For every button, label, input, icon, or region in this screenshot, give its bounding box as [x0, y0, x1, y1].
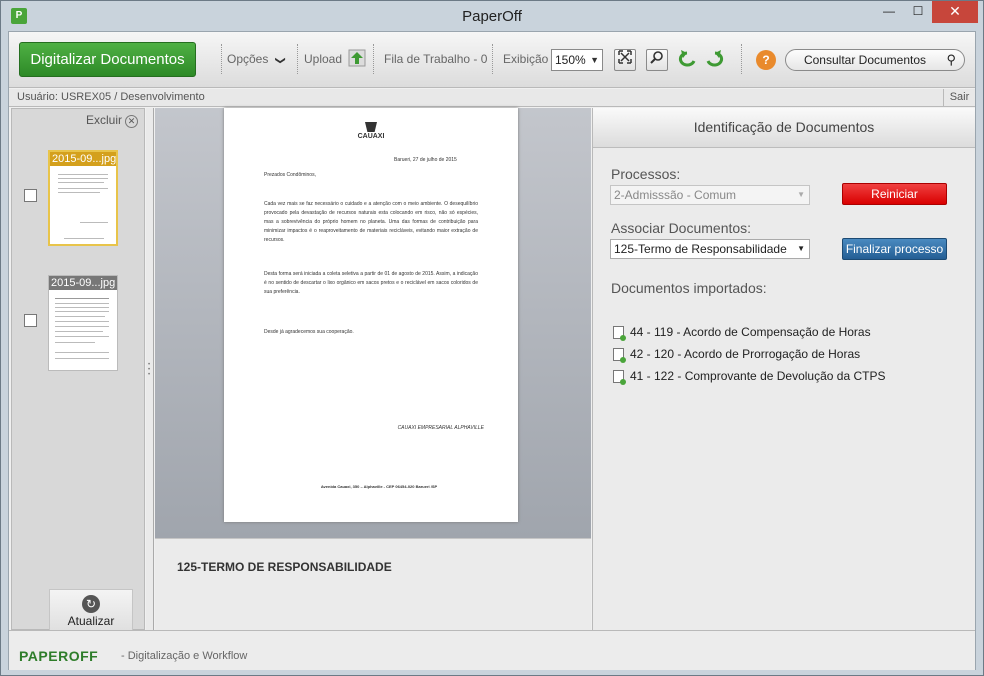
options-menu[interactable]: Opções ❯ [227, 52, 287, 66]
identification-panel: Identificação de Documentos Processos: 2… [592, 108, 975, 630]
toolbar-separator [741, 44, 742, 74]
fit-screen-icon [618, 50, 632, 64]
rotate-left-icon [678, 50, 696, 67]
user-bar: Usuário: USREX05 / Desenvolvimento Sair [9, 89, 975, 107]
processes-select[interactable]: 2-Admisssão - Comum ▼ [610, 185, 810, 205]
panel-splitter[interactable]: • • • [146, 108, 154, 630]
document-viewer[interactable]: CAUAXI Barueri, 27 de julho de 2015 Prez… [155, 108, 591, 538]
window-title: PaperOff [462, 8, 522, 25]
thumbnail-label: 2015-09...jpg [49, 276, 117, 290]
brand-subtitle: - Digitalização e Workflow [121, 650, 248, 662]
upload-label[interactable]: Upload [304, 52, 342, 66]
toolbar-separator [373, 44, 374, 74]
app-window: P PaperOff — ☐ ✕ Digitalizar Documentos … [0, 0, 984, 676]
close-circle-icon: ✕ [125, 115, 138, 128]
client-area: Digitalizar Documentos Opções ❯ Upload Fi… [8, 31, 976, 670]
associate-docs-select[interactable]: 125-Termo de Responsabilidade ▼ [610, 239, 810, 259]
scan-documents-button[interactable]: Digitalizar Documentos [19, 42, 196, 77]
document-name: 125-TERMO DE RESPONSABILIDADE [177, 560, 392, 574]
magnifier-icon [650, 51, 663, 64]
brand-logo: PAPEROFF [19, 648, 99, 664]
search-documents-label: Consultar Documentos [803, 53, 927, 67]
refresh-icon: ↻ [82, 595, 100, 613]
chevron-down-icon: ❯ [275, 56, 287, 65]
rotate-right-button[interactable] [704, 49, 726, 71]
zoom-button[interactable] [646, 49, 668, 71]
dropdown-arrow-icon: ▼ [797, 190, 805, 199]
title-bar: P PaperOff — ☐ ✕ [1, 1, 983, 31]
options-label: Opções [227, 52, 269, 66]
thumbnail-label: 2015-09...jpg [50, 152, 116, 166]
refresh-label: Atualizar [67, 614, 115, 628]
restart-button[interactable]: Reiniciar [842, 183, 947, 205]
thumbnail-item[interactable]: 2015-09...jpg [48, 275, 118, 371]
associate-docs-value: 125-Termo de Responsabilidade [614, 242, 787, 256]
processes-value: 2-Admisssão - Comum [614, 188, 737, 202]
upload-arrow-icon [348, 49, 366, 67]
zoom-select[interactable]: 150% ▼ [551, 49, 603, 71]
search-icon: ⚲ [946, 52, 956, 67]
doc-greeting: Prezados Condôminos, [264, 172, 316, 178]
zoom-value: 150% [555, 53, 586, 67]
associate-docs-label: Associar Documentos: [611, 220, 752, 236]
grip-dots-icon: • • • [148, 362, 151, 378]
processes-label: Processos: [611, 166, 681, 182]
thumbnail-checkbox[interactable] [24, 189, 37, 202]
finish-process-button[interactable]: Finalizar processo [842, 238, 947, 260]
search-documents-button[interactable]: Consultar Documentos ⚲ [785, 49, 965, 71]
rotate-right-icon [706, 50, 724, 67]
help-icon[interactable]: ? [756, 50, 776, 70]
thumbnail-checkbox[interactable] [24, 314, 37, 327]
document-name-area: 125-TERMO DE RESPONSABILIDADE [155, 538, 591, 630]
fit-to-screen-button[interactable] [614, 49, 636, 71]
toolbar-separator [221, 44, 222, 74]
doc-closing: Desde já agradecemos sua cooperação. [264, 329, 354, 335]
status-bar: PAPEROFF - Digitalização e Workflow [9, 630, 975, 670]
toolbar: Digitalizar Documentos Opções ❯ Upload Fi… [9, 32, 975, 88]
company-logo-icon [365, 122, 377, 132]
toolbar-separator [297, 44, 298, 74]
dropdown-arrow-icon: ▼ [590, 55, 599, 65]
doc-paragraph: Desta forma será iniciada a coleta selet… [264, 271, 478, 295]
imported-doc-item[interactable]: 44 - 119 - Acordo de Compensação de Hora… [613, 325, 871, 341]
delete-button[interactable]: Excluir ✕ [86, 113, 138, 128]
work-queue-label[interactable]: Fila de Trabalho - 0 [384, 52, 487, 66]
zoom-label: Exibição [503, 52, 549, 66]
imported-doc-item[interactable]: 41 - 122 - Comprovante de Devolução da C… [613, 369, 885, 385]
close-button[interactable]: ✕ [932, 1, 978, 23]
maximize-button[interactable]: ☐ [904, 1, 932, 23]
rotate-left-button[interactable] [676, 49, 698, 71]
doc-footer: Avenida Cauaxi, 350 – Alphaville - CEP 0… [320, 484, 438, 489]
refresh-button[interactable]: ↻ Atualizar [49, 589, 133, 631]
panel-header: Identificação de Documentos [593, 108, 975, 148]
user-info: Usuário: USREX05 / Desenvolvimento [17, 91, 205, 103]
upload-button[interactable] [346, 49, 368, 71]
delete-label: Excluir [85, 113, 122, 127]
document-icon [613, 348, 626, 363]
doc-signature: CAUAXI EMPRESARIAL ALPHAVILLE [397, 425, 484, 431]
doc-paragraph: Cada vez mais se faz necessário o cuidad… [264, 201, 478, 243]
thumbnail-sidebar: Excluir ✕ 2015-09...jpg 2015-09...jpg ↻ … [11, 108, 145, 631]
imported-doc-item[interactable]: 42 - 120 - Acordo de Prorrogação de Hora… [613, 347, 860, 363]
doc-date: Barueri, 27 de julho de 2015 [394, 157, 457, 163]
company-logo: CAUAXI [224, 122, 518, 140]
thumbnail-item[interactable]: 2015-09...jpg [48, 150, 118, 246]
minimize-button[interactable]: — [875, 1, 903, 23]
document-icon [613, 326, 626, 341]
logout-button[interactable]: Sair [943, 89, 975, 107]
toolbar-separator [492, 44, 493, 74]
document-icon [613, 370, 626, 385]
dropdown-arrow-icon: ▼ [797, 244, 805, 253]
document-page: CAUAXI Barueri, 27 de julho de 2015 Prez… [224, 108, 518, 522]
imported-docs-label: Documentos importados: [611, 280, 767, 296]
